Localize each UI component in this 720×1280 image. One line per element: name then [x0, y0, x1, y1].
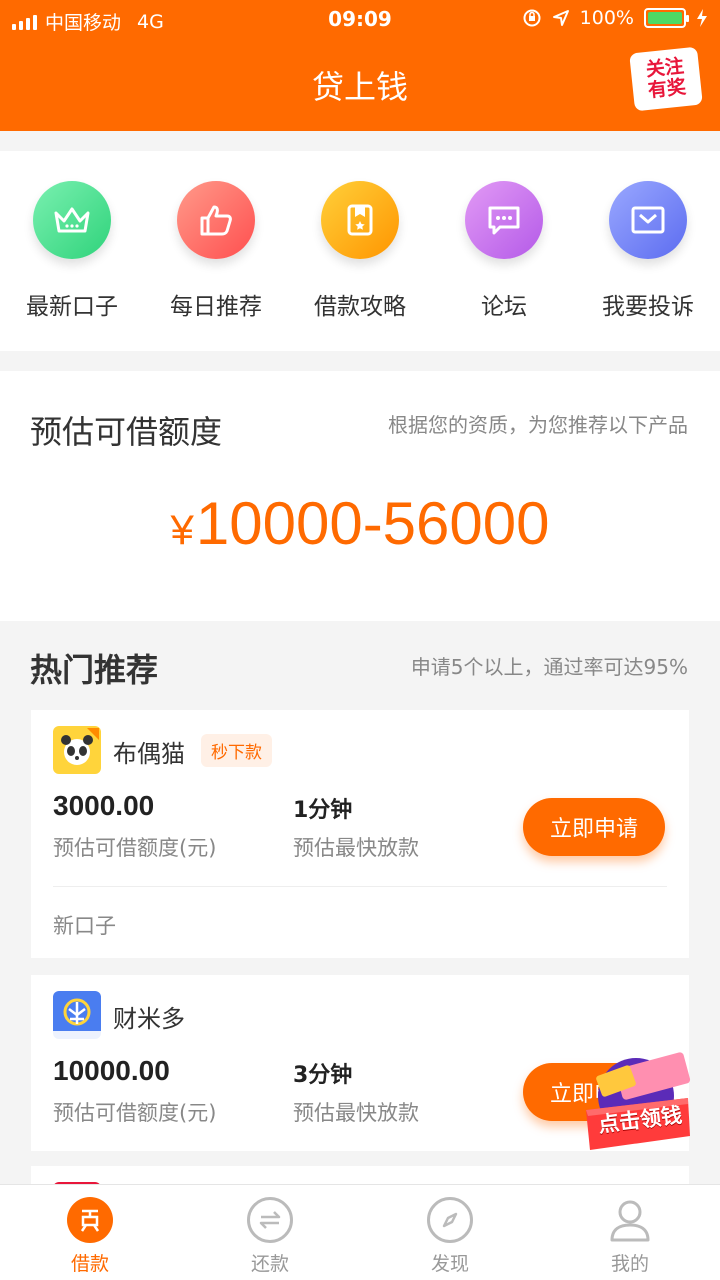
quick-links: 最新口子 每日推荐 借款攻略 论坛 我要投诉 [0, 151, 720, 351]
battery-percent: 100% [579, 7, 634, 29]
tab-repay[interactable]: 还款 [180, 1197, 360, 1276]
quick-link-latest[interactable]: 最新口子 [0, 181, 144, 321]
promo-line-2: 有奖 [646, 76, 688, 102]
tab-label: 借款 [70, 1253, 109, 1275]
product-speed: 3分钟 [293, 1063, 353, 1088]
tab-bar: 借款 还款 发现 我的 [0, 1184, 720, 1280]
hot-hint: 申请5个以上，通过率可达95% [410, 655, 688, 679]
quick-link-forum[interactable]: 论坛 [432, 181, 576, 321]
follow-promo-badge[interactable]: 关注 有奖 [629, 46, 703, 112]
estimate-hint: 根据您的资质，为您推荐以下产品 [388, 413, 688, 437]
orientation-lock-icon [523, 9, 541, 27]
product-amount-label: 预估可借额度(元) [53, 836, 217, 860]
product-tag: 秒下款 [201, 734, 272, 767]
chat-bubble-icon [465, 181, 543, 259]
product-card[interactable]: 布偶猫 秒下款 3000.00 预估可借额度(元) 1分钟 预估最快放款 立即申… [31, 710, 689, 958]
estimate-panel: 预估可借额度 根据您的资质，为您推荐以下产品 ¥10000-56000 [0, 371, 720, 621]
status-bar: 中国移动 4G 09:09 100% [0, 0, 720, 40]
estimate-amount: ¥10000-56000 [0, 489, 720, 558]
panda-logo-icon [53, 726, 101, 774]
product-amount-label: 预估可借额度(元) [53, 1101, 217, 1125]
estimate-amount-value: 10000-56000 [195, 490, 550, 557]
quick-link-label: 借款攻略 [314, 294, 406, 320]
bookmark-card-icon [321, 181, 399, 259]
user-icon [607, 1197, 653, 1243]
top-bar: 中国移动 4G 09:09 100% 贷上钱 关注 有奖 [0, 0, 720, 131]
location-arrow-icon [552, 10, 569, 26]
tab-discover[interactable]: 发现 [360, 1197, 540, 1276]
product-amount: 3000.00 [53, 790, 155, 821]
card-divider [53, 886, 667, 887]
tab-label: 还款 [250, 1253, 289, 1275]
product-name: 布偶猫 [113, 740, 185, 768]
product-name: 财米多 [113, 1005, 185, 1033]
page-title: 贷上钱 [311, 68, 408, 106]
product-speed-label: 预估最快放款 [293, 1101, 419, 1125]
quick-link-label: 我要投诉 [602, 294, 694, 320]
charging-bolt-icon [697, 9, 707, 27]
product-amount: 10000.00 [53, 1055, 170, 1086]
quick-link-guide[interactable]: 借款攻略 [288, 181, 432, 321]
currency-symbol: ¥ [170, 506, 194, 553]
tab-mine[interactable]: 我的 [540, 1197, 720, 1276]
caimiduo-logo-icon [53, 991, 101, 1039]
quick-link-complaint[interactable]: 我要投诉 [576, 181, 720, 321]
quick-link-label: 每日推荐 [170, 294, 262, 320]
product-speed-label: 预估最快放款 [293, 836, 419, 860]
tab-loan[interactable]: 借款 [0, 1197, 180, 1276]
estimate-title: 预估可借额度 [30, 413, 223, 451]
crown-icon [33, 181, 111, 259]
quick-link-label: 论坛 [481, 294, 527, 320]
floating-gift-button[interactable]: 点击领钱 [578, 1052, 696, 1156]
product-footer: 新口子 [53, 914, 116, 938]
product-speed: 1分钟 [293, 798, 353, 823]
apply-button[interactable]: 立即申请 [523, 798, 665, 856]
thumbs-up-icon [177, 181, 255, 259]
quick-link-label: 最新口子 [26, 294, 118, 320]
tab-label: 我的 [610, 1253, 649, 1275]
hot-title: 热门推荐 [30, 651, 159, 689]
tab-label: 发现 [430, 1253, 469, 1275]
battery-icon [644, 8, 689, 28]
compass-icon [427, 1197, 473, 1243]
complaint-mail-icon [609, 181, 687, 259]
quick-link-daily[interactable]: 每日推荐 [144, 181, 288, 321]
repay-icon [247, 1197, 293, 1243]
loan-icon [67, 1197, 113, 1243]
